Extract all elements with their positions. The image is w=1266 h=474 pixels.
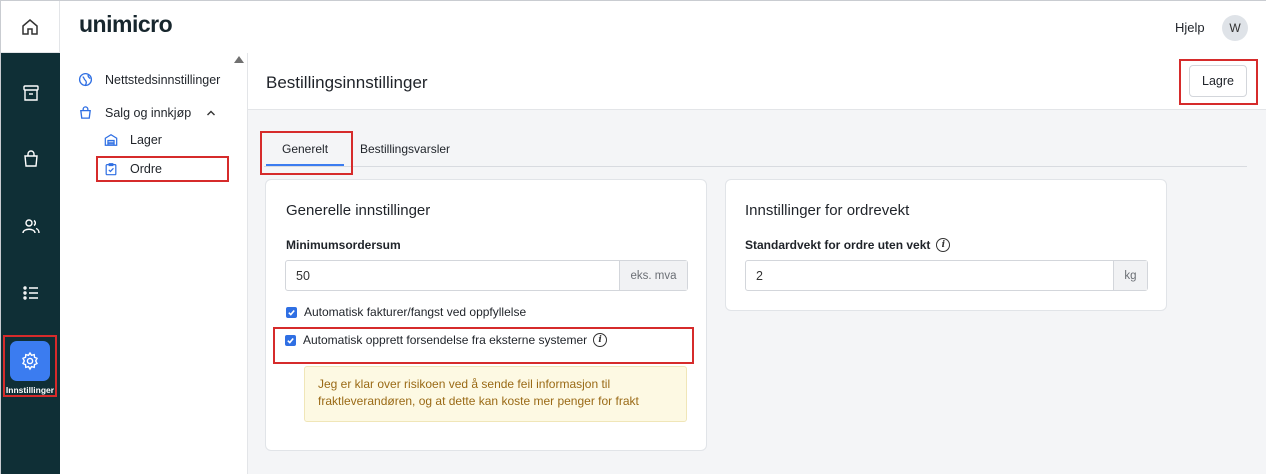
info-icon[interactable]: i — [593, 333, 608, 347]
help-link[interactable]: Hjelp — [1175, 20, 1205, 35]
rail-sales-button[interactable] — [1, 139, 60, 179]
rail-settings-button[interactable]: Innstillinger — [3, 335, 57, 397]
rail-settings-label: Innstillinger — [5, 385, 55, 395]
info-icon[interactable]: i — [936, 238, 951, 252]
shopping-bag-icon — [23, 150, 38, 167]
save-button[interactable]: Lagre — [1189, 65, 1247, 97]
warehouse-icon — [104, 134, 118, 146]
archive-box-icon — [22, 85, 39, 101]
shopping-bag-icon — [80, 106, 91, 119]
gear-icon — [22, 351, 38, 371]
default-weight-value: 2 — [756, 269, 763, 283]
default-weight-field[interactable]: 2 kg — [745, 260, 1148, 291]
sidebar-item-label: Ordre — [130, 162, 162, 176]
home-icon — [22, 18, 38, 35]
clipboard-check-icon — [105, 163, 117, 176]
min-order-field[interactable]: 50 eks. mva — [285, 260, 688, 291]
auto-shipment-label: Automatisk opprett forsendelse fra ekste… — [303, 333, 588, 347]
sidebar-item-label: Nettstedsinnstillinger — [105, 72, 221, 87]
tab-general[interactable]: Generelt — [282, 142, 328, 156]
currency-suffix: eks. mva — [619, 261, 687, 290]
app-logo: unimicro — [79, 11, 173, 37]
checkmark-icon — [288, 309, 295, 316]
min-order-value: 50 — [296, 269, 310, 283]
sidebar-item-orders[interactable]: Ordre — [104, 162, 162, 176]
users-icon — [21, 219, 40, 234]
globe-icon — [78, 72, 93, 87]
settings-sidebar: Nettstedsinnstillinger Salg og innkjøp L… — [60, 53, 248, 474]
min-order-label: Minimumsordersum — [286, 238, 401, 252]
rail-list-button[interactable] — [1, 273, 60, 313]
card-title: Generelle innstillinger — [286, 202, 431, 219]
main-content: Bestillingsinnstillinger Lagre Generelt … — [248, 53, 1266, 474]
default-weight-label: Standardvekt for ordre uten vekt i — [745, 238, 951, 252]
checkmark-icon — [287, 337, 294, 344]
page-header: Bestillingsinnstillinger Lagre — [248, 53, 1266, 110]
tab-bar — [264, 166, 1247, 167]
home-button[interactable] — [1, 1, 60, 53]
list-icon — [22, 286, 38, 300]
auto-invoice-checkbox-row[interactable]: Automatisk fakturer/fangst ved oppfyllel… — [286, 305, 526, 319]
order-weight-card: Innstillinger for ordrevekt Standardvekt… — [725, 179, 1167, 311]
risk-warning: Jeg er klar over risikoen ved å sende fe… — [304, 366, 687, 422]
auto-invoice-label: Automatisk fakturer/fangst ved oppfyllel… — [304, 305, 527, 319]
tab-order-notifications[interactable]: Bestillingsvarsler — [360, 142, 450, 156]
card-title: Innstillinger for ordrevekt — [745, 202, 910, 219]
unit-suffix: kg — [1113, 261, 1147, 290]
rail-contacts-button[interactable] — [1, 206, 60, 246]
app-window: Innstillinger unimicro Hjelp W Nettsteds… — [0, 0, 1266, 474]
scroll-up-arrow[interactable] — [234, 56, 244, 63]
auto-invoice-checkbox[interactable] — [286, 306, 297, 318]
sidebar-item-website-settings[interactable]: Nettstedsinnstillinger — [78, 72, 220, 87]
sidebar-item-warehouse[interactable]: Lager — [104, 133, 162, 147]
sidebar-item-label: Lager — [130, 133, 162, 147]
sidebar-item-label: Salg og innkjøp — [105, 105, 192, 120]
auto-shipment-checkbox-row[interactable]: Automatisk opprett forsendelse fra ekste… — [285, 333, 608, 347]
left-rail: Innstillinger — [1, 1, 60, 474]
settings-tile — [10, 341, 50, 381]
active-tab-indicator — [266, 164, 344, 166]
auto-shipment-checkbox[interactable] — [285, 334, 296, 346]
top-bar: unimicro Hjelp W — [60, 1, 1266, 53]
chevron-up-icon — [207, 110, 216, 115]
sidebar-item-sales-purchases[interactable]: Salg og innkjøp — [78, 105, 216, 120]
avatar[interactable]: W — [1222, 15, 1248, 41]
default-weight-label-text: Standardvekt for ordre uten vekt — [745, 238, 931, 252]
rail-archive-button[interactable] — [1, 73, 60, 113]
page-title: Bestillingsinnstillinger — [266, 73, 428, 92]
